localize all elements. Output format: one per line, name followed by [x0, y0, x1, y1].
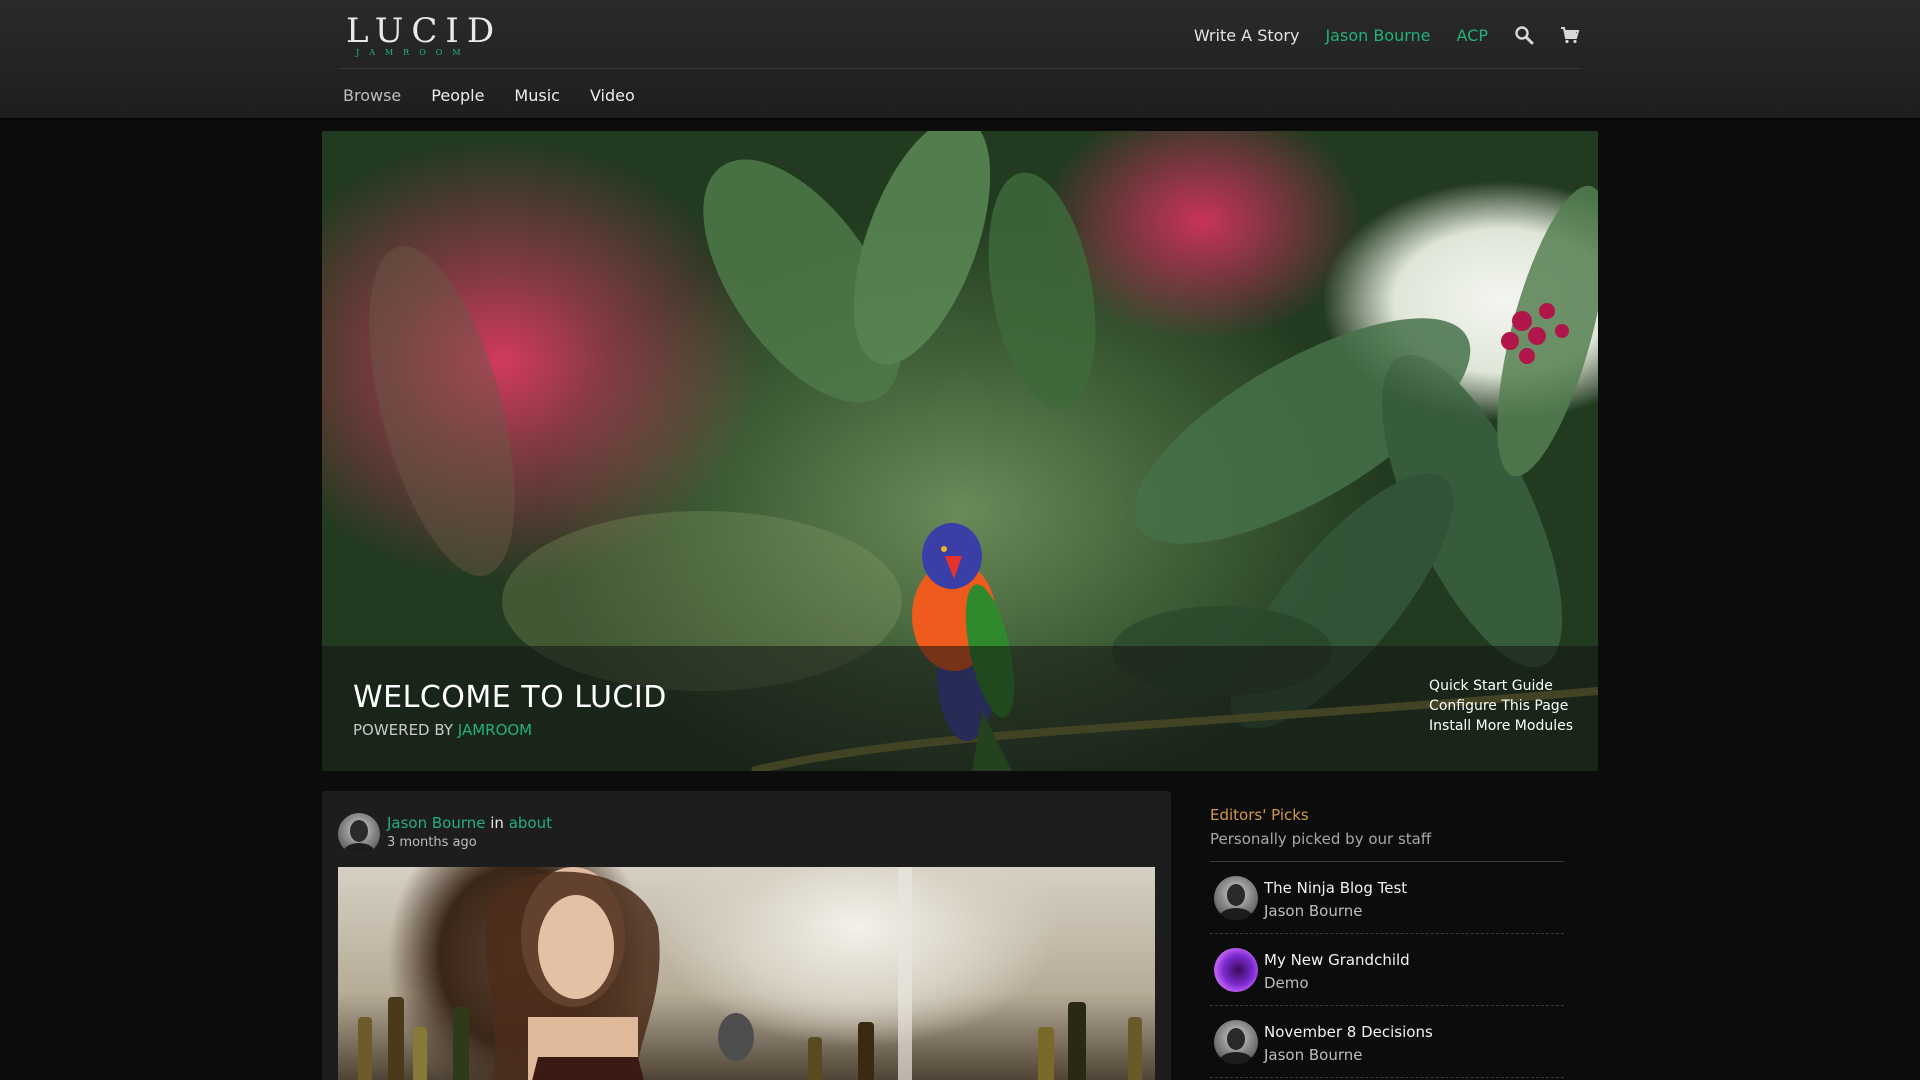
feed-meta: Jason Bourne in about 3 months ago	[387, 814, 552, 850]
sidebar-title: Editors' Picks	[1210, 806, 1309, 824]
nav-item-music[interactable]: Music	[514, 86, 560, 108]
hero-banner: WELCOME TO LUCID POWERED BY JAMROOM Quic…	[322, 131, 1598, 771]
feed-item: Jason Bourne in about 3 months ago	[322, 791, 1171, 1080]
nav-item-people[interactable]: People	[431, 86, 484, 108]
pick-title[interactable]: The Ninja Blog Test	[1264, 879, 1407, 897]
acp-link[interactable]: ACP	[1457, 26, 1488, 45]
header-top-bar: LUCID JAMROOM Write A Story Jason Bourne…	[340, 0, 1580, 69]
list-item[interactable]: November 8 Decisions Jason Bourne	[1210, 1006, 1564, 1078]
quick-start-guide-link[interactable]: Quick Start Guide	[1429, 678, 1573, 695]
user-profile-link[interactable]: Jason Bourne	[1325, 26, 1430, 45]
write-story-link[interactable]: Write A Story	[1194, 26, 1300, 45]
cart-icon[interactable]	[1560, 25, 1580, 45]
nav-item-video[interactable]: Video	[590, 86, 635, 108]
editors-picks-sidebar: Editors' Picks Personally picked by our …	[1210, 806, 1564, 1078]
site-header: LUCID JAMROOM Write A Story Jason Bourne…	[0, 0, 1920, 119]
user-nav: Write A Story Jason Bourne ACP	[1194, 20, 1580, 50]
hero-title: WELCOME TO LUCID	[353, 680, 667, 715]
feed-timestamp: 3 months ago	[387, 835, 477, 850]
main-nav: Browse People Music Video	[343, 86, 635, 108]
feed-category-link[interactable]: about	[509, 814, 552, 832]
pick-author[interactable]: Jason Bourne	[1264, 902, 1363, 920]
avatar[interactable]	[338, 813, 380, 855]
feed-in-text: in	[485, 814, 509, 832]
configure-page-link[interactable]: Configure This Page	[1429, 698, 1573, 715]
pick-title[interactable]: My New Grandchild	[1264, 951, 1410, 969]
install-modules-link[interactable]: Install More Modules	[1429, 718, 1573, 735]
search-icon[interactable]	[1514, 25, 1534, 45]
avatar	[1214, 1020, 1258, 1064]
feed-image[interactable]	[338, 867, 1155, 1080]
pick-title[interactable]: November 8 Decisions	[1264, 1023, 1433, 1041]
hero-links: Quick Start Guide Configure This Page In…	[1429, 678, 1573, 735]
hero-subtitle: POWERED BY JAMROOM	[353, 721, 532, 739]
site-logo[interactable]: LUCID JAMROOM	[346, 11, 503, 58]
feed-author-link[interactable]: Jason Bourne	[387, 814, 486, 832]
logo-main-text: LUCID	[346, 11, 503, 51]
feed-author-line: Jason Bourne in about	[387, 814, 552, 832]
hero-subtitle-prefix: POWERED BY	[353, 721, 458, 739]
list-item[interactable]: The Ninja Blog Test Jason Bourne	[1210, 862, 1564, 934]
nav-item-browse[interactable]: Browse	[343, 86, 401, 108]
sidebar-subtitle: Personally picked by our staff	[1210, 830, 1432, 848]
jamroom-link[interactable]: JAMROOM	[458, 721, 532, 739]
pick-author[interactable]: Demo	[1264, 974, 1309, 992]
logo-sub-text: JAMROOM	[356, 48, 471, 57]
list-item[interactable]: My New Grandchild Demo	[1210, 934, 1564, 1006]
avatar	[1214, 876, 1258, 920]
avatar	[1214, 948, 1258, 992]
pick-author[interactable]: Jason Bourne	[1264, 1046, 1363, 1064]
